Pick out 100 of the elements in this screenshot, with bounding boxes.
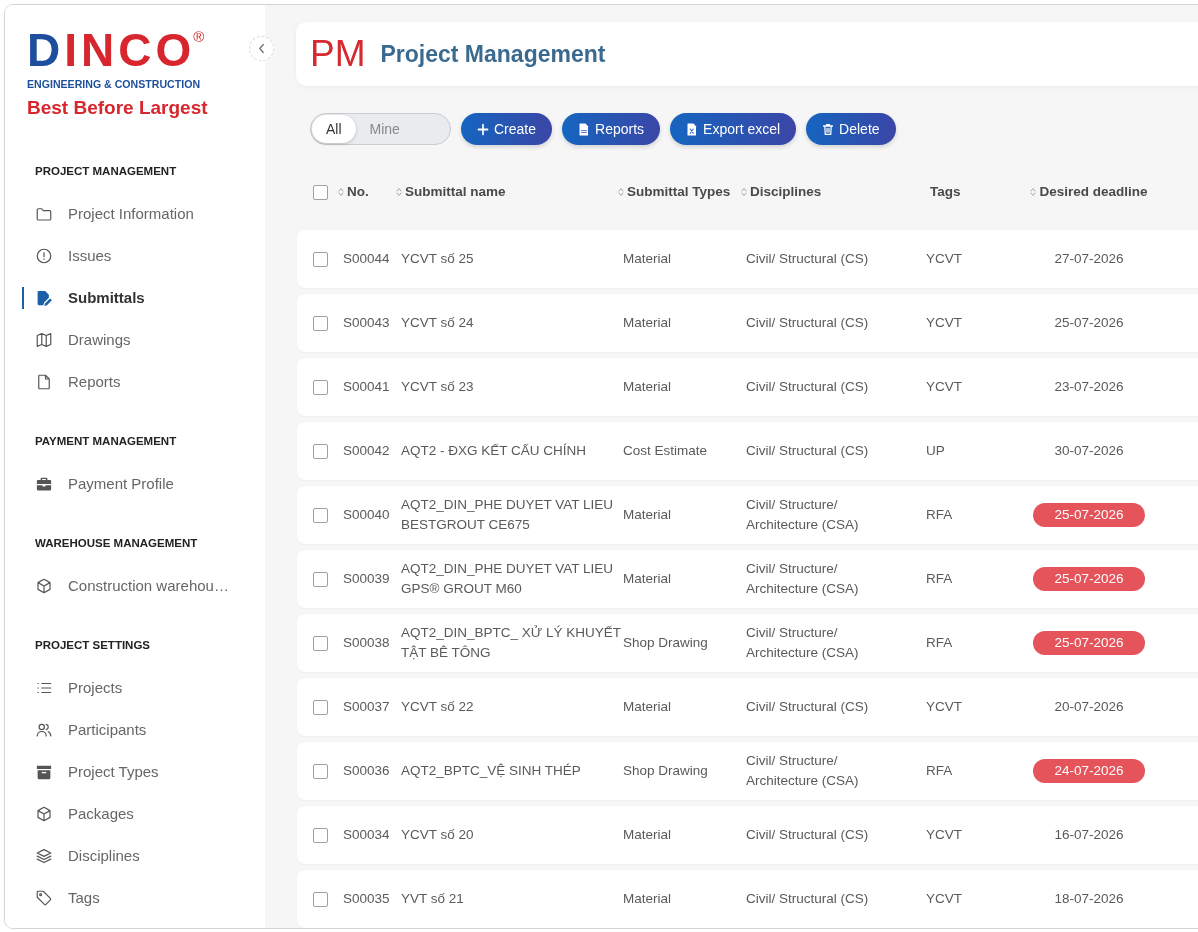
sidebar-item[interactable]: Issues: [22, 235, 265, 277]
sidebar-item[interactable]: Projects: [22, 667, 265, 709]
table-row[interactable]: S00035 YVT số 21 Material Civil/ Structural (CS) YCVT 18-07-2026: [297, 870, 1198, 928]
row-checkbox[interactable]: [313, 315, 328, 331]
sidebar-item[interactable]: Reports: [22, 361, 265, 403]
briefcase-icon: [35, 475, 53, 493]
row-checkbox[interactable]: [313, 443, 328, 459]
spreadsheet-file-icon: [686, 122, 699, 136]
submittal-type: Material: [623, 251, 671, 266]
overdue-deadline-badge: 24-07-2026: [1033, 759, 1145, 783]
submittal-type: Material: [623, 315, 671, 330]
create-button[interactable]: Create: [461, 113, 553, 145]
section-heading: PROJECT SETTINGS: [35, 638, 152, 653]
sidebar-item[interactable]: Payment Profile: [22, 463, 265, 505]
document-pencil-icon: [35, 289, 53, 307]
submittal-name: AQT2 - ĐXG KẾT CẤU CHÍNH: [401, 443, 587, 458]
sort-icon: [618, 187, 624, 197]
submittal-number: S00042: [343, 443, 390, 458]
sidebar-item[interactable]: Project Types: [22, 751, 265, 793]
table-row[interactable]: S00041 YCVT số 23 Material Civil/ Structural (CS) YCVT 23-07-2026: [297, 358, 1198, 416]
section-heading: PAYMENT MANAGEMENT: [35, 434, 178, 449]
table-row[interactable]: S00034 YCVT số 20 Material Civil/ Structural (CS) YCVT 16-07-2026: [297, 806, 1198, 864]
row-checkbox[interactable]: [313, 251, 328, 267]
submittal-number: S00039: [343, 571, 390, 586]
tag-icon: [35, 889, 53, 907]
row-checkbox[interactable]: [313, 891, 328, 907]
sidebar-item[interactable]: Submittals: [22, 277, 265, 319]
sidebar-item[interactable]: Disciplines: [22, 835, 265, 877]
filter-option[interactable]: All: [312, 115, 356, 143]
submittal-name: YVT số 21: [401, 891, 464, 906]
submittal-name: YCVT số 23: [401, 379, 474, 394]
sidebar-item[interactable]: Drawings: [22, 319, 265, 361]
tag-text: YCVT: [926, 699, 962, 714]
column-header[interactable]: Desired deadline: [1026, 181, 1152, 203]
sidebar-item[interactable]: Tags: [22, 877, 265, 919]
section-heading: WAREHOUSE MANAGEMENT: [35, 536, 199, 551]
discipline-text: Civil/ Structural (CS): [746, 251, 869, 266]
delete-button[interactable]: Delete: [806, 113, 896, 145]
tag-text: RFA: [926, 571, 953, 586]
tag-text: RFA: [926, 763, 953, 778]
tag-text: YCVT: [926, 315, 962, 330]
submittal-type: Material: [623, 891, 671, 906]
column-header: Tags: [930, 182, 962, 201]
reports-button[interactable]: Reports: [562, 113, 661, 145]
row-checkbox[interactable]: [313, 635, 328, 651]
tag-text: YCVT: [926, 251, 962, 266]
submittal-number: S00037: [343, 699, 390, 714]
cube-icon: [35, 805, 53, 823]
discipline-text: Civil/ Structure/ Architecture (CSA): [746, 753, 859, 788]
sidebar-item[interactable]: Project Information: [22, 193, 265, 235]
discipline-text: Civil/ Structural (CS): [746, 827, 869, 842]
sidebar-item[interactable]: Packages: [22, 793, 265, 835]
table-row[interactable]: S00043 YCVT số 24 Material Civil/ Structural (CS) YCVT 25-07-2026: [297, 294, 1198, 352]
table-row[interactable]: S00037 YCVT số 22 Material Civil/ Structural (CS) YCVT 20-07-2026: [297, 678, 1198, 736]
submittal-name: AQT2_DIN_BPTC_ XỬ LÝ KHUYẾT TẬT BÊ TÔNG: [401, 625, 621, 660]
submittal-name: AQT2_BPTC_VỆ SINH THÉP: [401, 763, 581, 778]
submittal-name: YCVT số 20: [401, 827, 474, 842]
tag-text: UP: [926, 443, 945, 458]
row-checkbox[interactable]: [313, 571, 328, 587]
archive-box-icon: [35, 763, 53, 781]
table-row[interactable]: S00040 AQT2_DIN_PHE DUYET VAT LIEU BESTGROUT CE675 Material Civil/ Structure/ Architecture (CSA) RFA 25-07-2026: [297, 486, 1198, 544]
document-icon: [35, 373, 53, 391]
discipline-text: Civil/ Structure/ Architecture (CSA): [746, 625, 859, 660]
sidebar-item[interactable]: Participants: [22, 709, 265, 751]
submittal-type: Material: [623, 379, 671, 394]
tag-text: YCVT: [926, 379, 962, 394]
cube-icon: [35, 577, 53, 595]
row-checkbox[interactable]: [313, 699, 328, 715]
table-row[interactable]: S00039 AQT2_DIN_PHE DUYET VAT LIEU GPS® GROUT M60 Material Civil/ Structure/ Architecture (CSA) RFA 25-07-2026: [297, 550, 1198, 608]
tag-text: YCVT: [926, 891, 962, 906]
module-abbreviation: PM: [310, 34, 366, 74]
deadline-date: 27-07-2026: [1054, 250, 1124, 268]
submittal-type: Material: [623, 571, 671, 586]
row-checkbox[interactable]: [313, 507, 328, 523]
table-row[interactable]: S00042 AQT2 - ĐXG KẾT CẤU CHÍNH Cost Estimate Civil/ Structural (CS) UP 30-07-2026: [297, 422, 1198, 480]
submittal-number: S00035: [343, 891, 390, 906]
submittal-type: Shop Drawing: [623, 635, 708, 650]
export-excel-button[interactable]: Export excel: [670, 113, 797, 145]
table-row[interactable]: S00044 YCVT số 25 Material Civil/ Structural (CS) YCVT 27-07-2026: [297, 230, 1198, 288]
discipline-text: Civil/ Structural (CS): [746, 891, 869, 906]
select-all-checkbox[interactable]: [313, 184, 328, 200]
document-icon: [578, 122, 591, 136]
submittal-name: AQT2_DIN_PHE DUYET VAT LIEU BESTGROUT CE675: [401, 497, 614, 532]
section-heading: PROJECT MANAGEMENT: [35, 164, 178, 179]
sidebar-item[interactable]: Construction warehou…: [22, 565, 265, 607]
deadline-date: 25-07-2026: [1054, 314, 1124, 332]
submittal-name: YCVT số 24: [401, 315, 474, 330]
folder-icon: [35, 205, 53, 223]
tag-text: RFA: [926, 507, 953, 522]
page-title: Project Management: [380, 40, 606, 69]
discipline-text: Civil/ Structural (CS): [746, 443, 869, 458]
deadline-date: 20-07-2026: [1054, 698, 1124, 716]
row-checkbox[interactable]: [313, 379, 328, 395]
sort-icon: [741, 187, 747, 197]
table-row[interactable]: S00036 AQT2_BPTC_VỆ SINH THÉP Shop Drawing Civil/ Structure/ Architecture (CSA) RFA 24-07-2026: [297, 742, 1198, 800]
submittal-name: AQT2_DIN_PHE DUYET VAT LIEU GPS® GROUT M60: [401, 561, 614, 596]
row-checkbox[interactable]: [313, 763, 328, 779]
row-checkbox[interactable]: [313, 827, 328, 843]
submittal-number: S00038: [343, 635, 390, 650]
table-row[interactable]: S00038 AQT2_DIN_BPTC_ XỬ LÝ KHUYẾT TẬT BÊ TÔNG Shop Drawing Civil/ Structure/ Architecture (CSA) RFA 25-07-2026: [297, 614, 1198, 672]
